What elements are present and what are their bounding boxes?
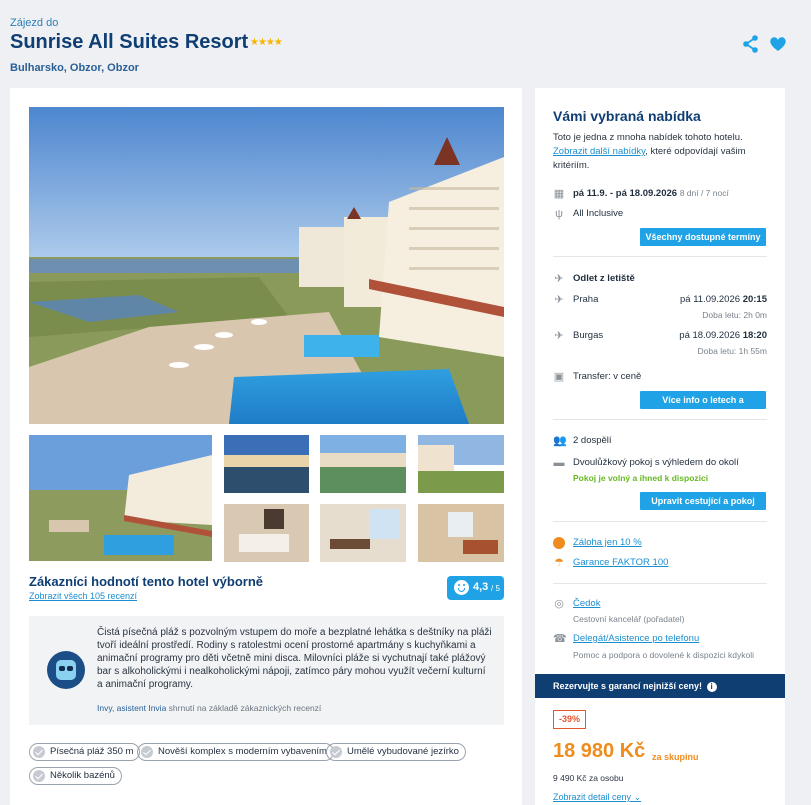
offer-dates: pá 11.9. - pá 18.09.2026 8 dní / 7 nocí: [573, 188, 729, 199]
umbrella-icon: ☂: [554, 557, 564, 569]
eyebrow-label: Zájezd do: [10, 17, 59, 29]
return-duration: Doba letu: 1h 55m: [697, 346, 767, 356]
summary-signature: Invy, asistent Invia shrnutí na základě …: [97, 703, 321, 713]
flight-info-button[interactable]: Více info o letech a alternativy: [640, 391, 766, 423]
outbound-datetime: pá 11.09.2026 20:15: [679, 294, 767, 305]
thumbnail-photo[interactable]: [320, 435, 406, 493]
return-city: Burgas: [573, 330, 604, 341]
check-icon: [33, 746, 45, 758]
main-photo[interactable]: [29, 107, 504, 424]
ai-review-summary: Čistá písečná pláž s pozvolným vstupem d…: [29, 616, 504, 725]
assistant-name: Invy, asistent Invia: [97, 703, 167, 713]
room-availability: Pokoj je volný a ihned k dispozici: [573, 473, 709, 483]
review-headline: Zákazníci hodnotí tento hotel výborně: [29, 574, 264, 589]
outbound-city: Praha: [573, 294, 599, 305]
plane-icon: ✈: [554, 273, 564, 285]
feature-tag: Umělé vybudované jezírko: [326, 743, 466, 761]
takeoff-icon: ✈: [554, 294, 564, 306]
summary-note: shrnutí na základě zákaznických recenzí: [168, 703, 322, 713]
departure-label: Odlet z letiště: [573, 273, 635, 284]
chevron-down-icon: ⌄: [633, 792, 642, 802]
bed-icon: ▬: [553, 457, 565, 469]
globe-icon: ◎: [554, 598, 564, 610]
agency-link[interactable]: Čedok: [573, 598, 600, 609]
feature-tag: Několik bazénů: [29, 767, 122, 785]
assistant-avatar: [47, 651, 85, 689]
price-unit: za skupinu: [652, 752, 699, 762]
transfer-info: Transfer: v ceně: [573, 371, 642, 382]
hotel-header: Zájezd do Sunrise All Suites Resort ★★★★…: [0, 0, 811, 88]
calendar-icon: ▦: [553, 188, 565, 200]
bus-icon: ▣: [553, 371, 565, 383]
price-detail-link[interactable]: Zobrazit detail ceny ⌄: [553, 792, 641, 803]
divider: [553, 419, 767, 420]
landing-icon: ✈: [554, 330, 564, 342]
smiley-icon: [454, 580, 469, 595]
hotel-title: Sunrise All Suites Resort: [10, 31, 249, 53]
rating-badge[interactable]: 4,3 / 5: [447, 576, 504, 600]
rating-score: 4,3: [473, 581, 489, 593]
deposit-link[interactable]: Záloha jen 10 %: [573, 537, 642, 548]
thumbnail-photo[interactable]: [224, 504, 309, 562]
deposit-icon: [553, 537, 565, 549]
check-icon: [330, 746, 342, 758]
total-price: 18 980 Kč: [553, 740, 646, 762]
heart-icon[interactable]: [768, 34, 788, 54]
rating-max: / 5: [491, 584, 500, 593]
feature-tag: Písečná pláž 350 m: [29, 743, 141, 761]
check-icon: [33, 770, 45, 782]
price-guarantee-banner: Rezervujte s garancí nejnižší ceny! i: [535, 674, 785, 698]
divider: [553, 256, 767, 257]
discount-badge: -39%: [553, 710, 587, 729]
more-offers-link[interactable]: Zobrazit další nabídky: [553, 146, 645, 157]
persons-icon: 👥: [553, 435, 567, 447]
price-per-person: 9 490 Kč za osobu: [553, 773, 624, 783]
share-icon[interactable]: [741, 34, 761, 54]
divider: [553, 521, 767, 522]
outbound-duration: Doba letu: 2h 0m: [702, 310, 767, 320]
check-icon: [141, 746, 153, 758]
board-type: All Inclusive: [573, 208, 624, 219]
room-type: Dvoulůžkový pokoj s výhledem do okolí: [573, 457, 739, 468]
all-reviews-link[interactable]: Zobrazit všech 105 recenzí: [29, 591, 137, 601]
thumbnail-photo[interactable]: [418, 435, 504, 493]
offer-panel: Vámi vybraná nabídka Toto je jedna z mno…: [535, 88, 785, 805]
feature-tag: Nověší komplex s moderním vybavením: [137, 743, 334, 761]
persons-count: 2 dospělí: [573, 435, 612, 446]
hotel-location[interactable]: Bulharsko, Obzor, Obzor: [10, 62, 139, 74]
edit-travelers-button[interactable]: Upravit cestující a pokoj: [640, 492, 766, 510]
thumbnail-photo[interactable]: [29, 435, 212, 561]
delegate-note: Pomoc a podpora o dovolené k dispozici k…: [573, 650, 754, 660]
support-icon: ☎: [553, 633, 567, 645]
offer-title: Vámi vybraná nabídka: [553, 108, 701, 124]
hotel-gallery-panel: Zákazníci hodnotí tento hotel výborně Zo…: [10, 88, 522, 805]
delegate-link[interactable]: Delegát/Asistence po telefonu: [573, 633, 699, 644]
summary-text: Čistá písečná pláž s pozvolným vstupem d…: [97, 627, 492, 690]
info-icon[interactable]: i: [706, 681, 717, 692]
divider: [553, 583, 767, 584]
thumbnail-photo[interactable]: [224, 435, 309, 493]
thumbnail-photo[interactable]: [418, 504, 504, 562]
guarantee-link[interactable]: Garance FAKTOR 100: [573, 557, 668, 568]
agency-role: Cestovní kancelář (pořadatel): [573, 614, 685, 624]
thumbnail-photo[interactable]: [320, 504, 406, 562]
all-dates-button[interactable]: Všechny dostupné termíny: [640, 228, 766, 246]
offer-intro: Toto je jedna z mnoha nabídek tohoto hot…: [553, 132, 746, 171]
meal-icon: ψ: [555, 208, 563, 220]
return-datetime: pá 18.09.2026 18:20: [679, 330, 767, 341]
star-rating: ★★★★: [250, 37, 283, 48]
